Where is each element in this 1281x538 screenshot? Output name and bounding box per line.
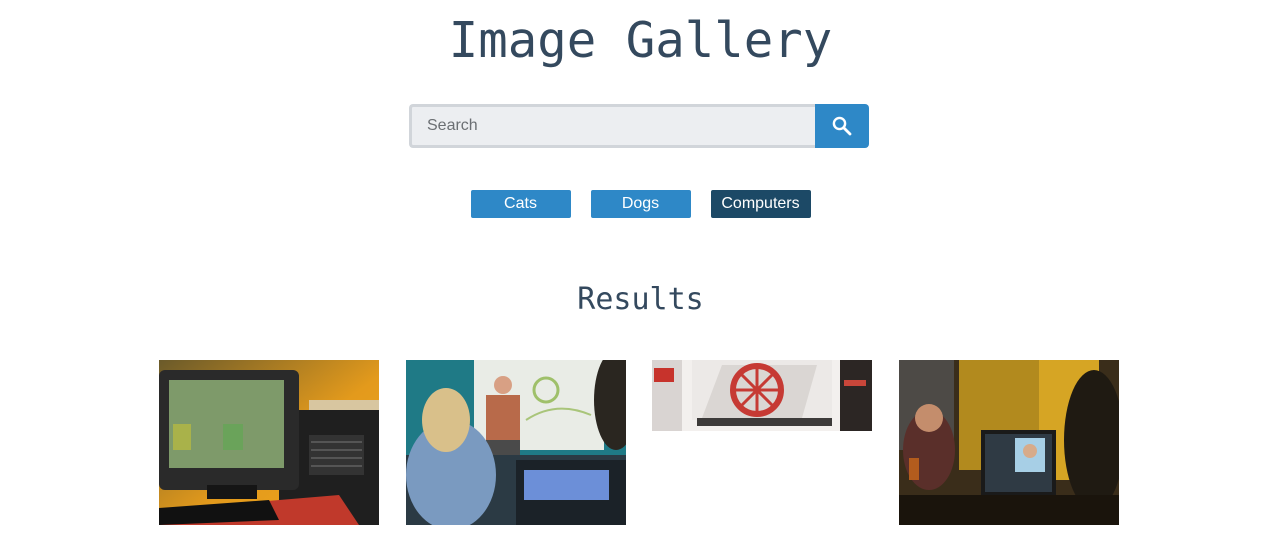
search-button[interactable] xyxy=(815,104,869,148)
result-image-computer xyxy=(159,360,379,525)
result-image-classroom xyxy=(406,360,626,525)
result-image[interactable] xyxy=(159,360,379,525)
search-icon xyxy=(832,116,852,136)
result-image-dvd xyxy=(652,360,872,431)
result-image[interactable] xyxy=(406,360,626,525)
result-image-laptops xyxy=(899,360,1119,525)
category-filters: Cats Dogs Computers xyxy=(0,190,1281,218)
search-bar xyxy=(409,104,869,148)
results-heading: Results xyxy=(577,282,704,317)
gallery-page: Image Gallery Cats Dogs Computers Result… xyxy=(0,0,1281,538)
result-image[interactable] xyxy=(652,360,872,431)
filter-cats-button[interactable]: Cats xyxy=(470,190,571,218)
filter-computers-button[interactable]: Computers xyxy=(710,190,811,218)
filter-dogs-button[interactable]: Dogs xyxy=(590,190,691,218)
result-image[interactable] xyxy=(899,360,1119,525)
search-input[interactable] xyxy=(409,104,815,148)
page-title: Image Gallery xyxy=(448,12,833,69)
